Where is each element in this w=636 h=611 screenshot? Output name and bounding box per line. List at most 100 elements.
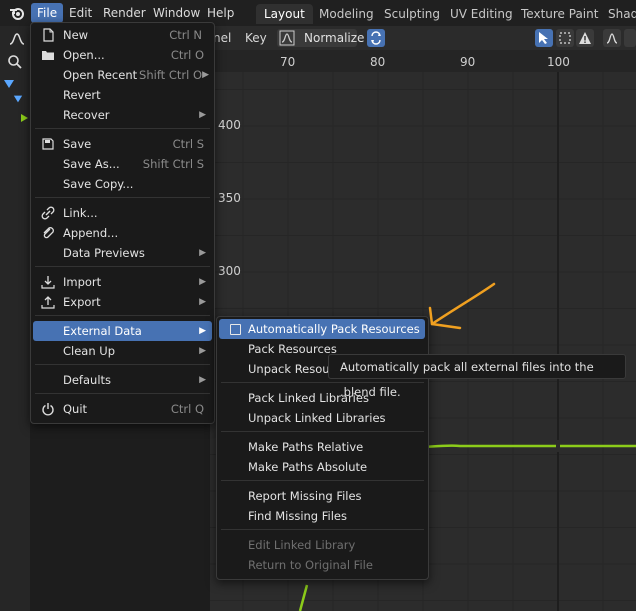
menu-item-quit-label: Quit — [63, 402, 88, 416]
submenu-item-make-relative[interactable]: Make Paths Relative — [219, 437, 425, 457]
import-icon — [41, 276, 55, 289]
submenu-item-return-original-label: Return to Original File — [248, 558, 373, 572]
menu-item-data-previews-label: Data Previews — [63, 246, 145, 260]
normalize-toggle[interactable]: Normalize — [277, 29, 364, 47]
blender-logo-icon[interactable] — [8, 4, 26, 22]
menu-item-data-previews[interactable]: Data Previews ▶ — [33, 243, 212, 263]
menu-item-save-as-label: Save As... — [63, 157, 120, 171]
menu-edit[interactable]: Edit — [63, 3, 98, 23]
x-tick-90: 90 — [460, 55, 476, 69]
menu-item-defaults-label: Defaults — [63, 373, 112, 387]
warning-button[interactable] — [576, 29, 594, 47]
menu-item-append-label: Append... — [63, 226, 119, 240]
submenu-item-find-missing[interactable]: Find Missing Files — [219, 506, 425, 526]
menu-item-clean-up[interactable]: Clean Up ▶ — [33, 341, 212, 361]
menu-item-revert[interactable]: Revert — [33, 85, 212, 105]
menu-help[interactable]: Help — [201, 3, 240, 23]
menu-item-new[interactable]: New Ctrl N — [33, 25, 212, 45]
menu-separator — [35, 128, 210, 129]
menu-window[interactable]: Window — [147, 3, 206, 23]
append-icon — [43, 227, 54, 239]
y-tick-350: 350 — [218, 191, 241, 205]
menu-item-quit[interactable]: Quit Ctrl Q — [33, 399, 212, 419]
fcurve-line — [424, 444, 636, 449]
filter-button[interactable] — [624, 29, 636, 47]
menu-separator — [221, 480, 424, 481]
tab-modeling[interactable]: Modeling — [311, 4, 382, 24]
tab-sculpting[interactable]: Sculpting — [376, 4, 448, 24]
submenu-item-auto-pack[interactable]: Automatically Pack Resources — [219, 319, 425, 339]
menu-item-new-shortcut: Ctrl N — [169, 28, 202, 42]
menu-item-open-recent-shortcut: Shift Ctrl O — [139, 68, 202, 82]
menu-item-clean-up-label: Clean Up — [63, 344, 116, 358]
menu-item-open-shortcut: Ctrl O — [170, 48, 204, 62]
normalize-label: Normalize — [304, 31, 365, 45]
menu-item-link-label: Link... — [63, 206, 98, 220]
menu-item-save-copy[interactable]: Save Copy... — [33, 174, 212, 194]
box-select-icon — [559, 32, 571, 44]
menu-render[interactable]: Render — [97, 3, 152, 23]
frame-ruler[interactable] — [210, 50, 636, 72]
new-file-icon — [43, 28, 54, 42]
file-menu: New Ctrl N Open... Ctrl O Open Recent Sh… — [30, 22, 215, 424]
y-tick-300: 300 — [218, 264, 241, 278]
menu-item-open-label: Open... — [63, 48, 105, 62]
ghost-curve-icon — [606, 33, 618, 44]
chevron-right-icon: ▶ — [199, 346, 206, 356]
submenu-item-make-absolute-label: Make Paths Absolute — [248, 460, 368, 474]
menu-item-external-data[interactable]: External Data ▶ — [33, 321, 212, 341]
menu-item-recover-label: Recover — [63, 108, 110, 122]
menu-item-defaults[interactable]: Defaults ▶ — [33, 370, 212, 390]
menu-separator — [35, 364, 210, 365]
key-menu[interactable]: Key — [245, 31, 267, 45]
search-icon[interactable] — [7, 54, 23, 70]
menu-separator — [35, 315, 210, 316]
menu-item-link[interactable]: Link... — [33, 203, 212, 223]
submenu-item-pack-resources-label: Pack Resources — [248, 342, 337, 356]
menu-item-export[interactable]: Export ▶ — [33, 292, 212, 312]
submenu-item-auto-pack-label: Automatically Pack Resources — [248, 322, 420, 336]
collapse-triangle-icon-2[interactable] — [13, 94, 23, 104]
select-tool-button[interactable] — [535, 29, 553, 47]
menu-item-quit-shortcut: Ctrl Q — [170, 402, 204, 416]
ghost-curve-button[interactable] — [603, 29, 621, 47]
y-tick-400: 400 — [218, 118, 241, 132]
tab-shading[interactable]: Shadi — [600, 4, 636, 24]
save-icon — [42, 138, 54, 150]
tab-uv-editing[interactable]: UV Editing — [442, 4, 521, 24]
play-icon[interactable] — [19, 113, 29, 123]
checkbox-unchecked-icon[interactable] — [230, 324, 241, 335]
refresh-icon — [371, 31, 381, 45]
warning-icon — [579, 32, 591, 44]
submenu-item-unpack-linked[interactable]: Unpack Linked Libraries — [219, 408, 425, 428]
menu-item-external-data-label: External Data — [63, 324, 142, 338]
chevron-right-icon: ▶ — [199, 297, 206, 307]
menu-item-recover[interactable]: Recover ▶ — [33, 105, 212, 125]
menu-item-open-recent[interactable]: Open Recent Shift Ctrl O ▶ — [33, 65, 212, 85]
folder-icon — [42, 51, 54, 60]
menu-separator — [221, 431, 424, 432]
menu-item-open[interactable]: Open... Ctrl O — [33, 45, 212, 65]
graph-editor-icon[interactable] — [8, 30, 26, 48]
menu-separator — [35, 197, 210, 198]
menu-item-import[interactable]: Import ▶ — [33, 272, 212, 292]
collapse-triangle-icon[interactable] — [3, 78, 15, 90]
tab-layout[interactable]: Layout — [256, 4, 313, 24]
chevron-right-icon: ▶ — [199, 110, 206, 120]
tab-texture-paint[interactable]: Texture Paint — [513, 4, 606, 24]
submenu-item-make-absolute[interactable]: Make Paths Absolute — [219, 457, 425, 477]
menu-file[interactable]: File — [31, 3, 64, 23]
submenu-item-edit-linked-library-label: Edit Linked Library — [248, 538, 356, 552]
cursor-icon — [539, 32, 548, 44]
menu-item-save-as[interactable]: Save As... Shift Ctrl S — [33, 154, 212, 174]
channel-menu[interactable]: nel — [213, 31, 231, 45]
refresh-button[interactable] — [367, 29, 385, 47]
submenu-item-report-missing[interactable]: Report Missing Files — [219, 486, 425, 506]
x-tick-100: 100 — [547, 55, 570, 69]
box-select-button[interactable] — [556, 29, 574, 47]
menu-separator — [221, 529, 424, 530]
menu-item-export-label: Export — [63, 295, 101, 309]
chevron-right-icon: ▶ — [202, 70, 209, 80]
menu-item-save[interactable]: Save Ctrl S — [33, 134, 212, 154]
menu-item-append[interactable]: Append... — [33, 223, 212, 243]
